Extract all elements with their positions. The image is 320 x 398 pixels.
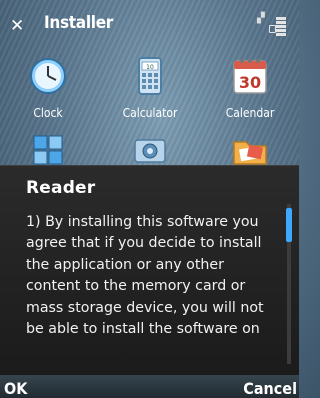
dialog-scrollbar[interactable]	[285, 204, 293, 364]
calculator-display: 10	[146, 64, 154, 71]
calendar-icon: 30	[233, 59, 267, 94]
close-icon[interactable]: ✕	[10, 18, 24, 35]
status-bar: ✕ Installer ▞	[0, 0, 299, 40]
calendar-day: 30	[239, 73, 261, 92]
signal-battery-indicator: ▞	[257, 13, 289, 37]
antenna-icon: ▞	[257, 13, 265, 24]
dialog-text: 1) By installing this software you agree…	[26, 214, 264, 338]
app-label: Calendar	[225, 106, 275, 120]
camera-icon	[134, 139, 166, 163]
softkey-bar: OK Cancel	[0, 375, 299, 398]
calculator-icon: 10	[138, 57, 162, 95]
clock-icon	[30, 58, 66, 94]
cancel-softkey[interactable]: Cancel	[243, 379, 297, 398]
signal-bars-icon	[276, 17, 286, 37]
app-title: Installer	[44, 13, 114, 33]
apps-icon	[33, 135, 63, 165]
battery-icon	[269, 25, 276, 33]
ok-softkey[interactable]: OK	[4, 379, 27, 398]
folder-icon	[233, 141, 267, 165]
dialog-title: Reader	[26, 178, 96, 198]
app-label: Clock	[33, 106, 63, 120]
reader-dialog: Reader 1) By installing this software yo…	[0, 165, 299, 376]
scrollbar-thumb[interactable]	[286, 208, 292, 242]
app-label: Calculator	[122, 106, 178, 120]
